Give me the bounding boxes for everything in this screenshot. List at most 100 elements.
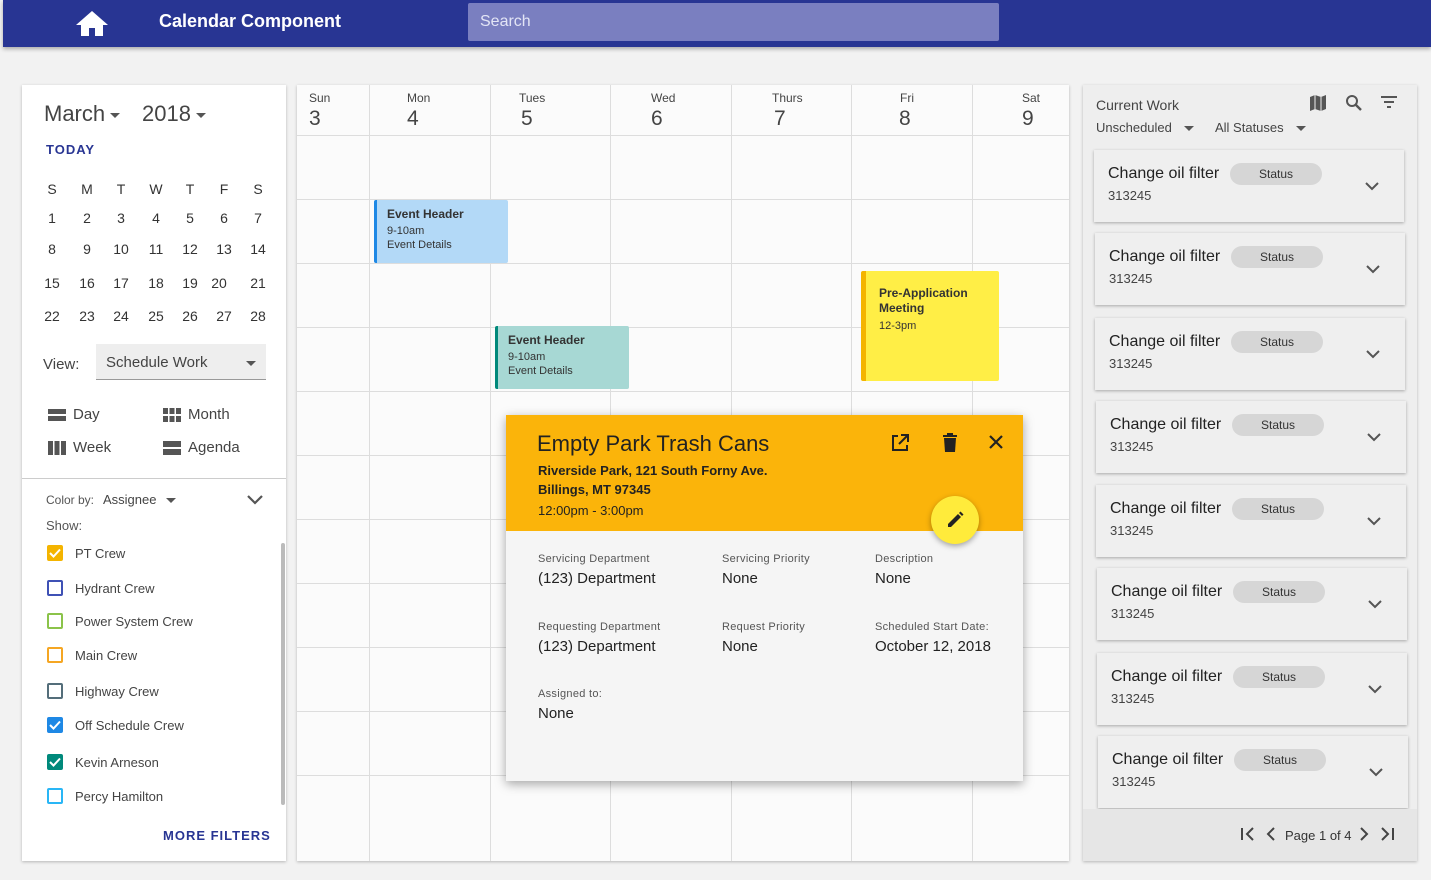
delete-icon[interactable] — [942, 433, 958, 457]
day-cell[interactable]: 25 — [139, 308, 173, 324]
year-selector[interactable]: 2018 — [142, 101, 206, 127]
search-input[interactable]: Search — [468, 3, 999, 41]
day-cell[interactable]: 2 — [70, 210, 104, 226]
map-icon[interactable] — [1309, 94, 1327, 117]
calendar-event[interactable]: Event Header 9-10am Event Details — [374, 200, 508, 263]
filter-pt-crew[interactable]: PT Crew — [47, 545, 125, 561]
close-icon[interactable] — [988, 434, 1004, 455]
checkbox-icon[interactable] — [47, 613, 63, 629]
checkbox-icon[interactable] — [47, 647, 63, 663]
day-cell[interactable]: 3 — [104, 210, 138, 226]
chevron-down-icon[interactable] — [1367, 429, 1381, 447]
day-header-wed[interactable]: Wed 6 — [610, 85, 731, 135]
day-cell[interactable]: 4 — [139, 210, 173, 226]
day-cell[interactable]: 10 — [104, 241, 138, 257]
work-item-card[interactable]: Change oil filter 313245 Status — [1098, 736, 1408, 808]
chevron-down-icon[interactable] — [1366, 261, 1380, 279]
status-badge: Status — [1233, 666, 1325, 688]
chevron-down-icon[interactable] — [1367, 513, 1381, 531]
checkbox-checked-icon[interactable] — [47, 545, 63, 561]
day-header-tues[interactable]: Tues 5 — [490, 85, 610, 135]
next-page-icon[interactable] — [1359, 827, 1369, 846]
filter-off-schedule-crew[interactable]: Off Schedule Crew — [47, 717, 184, 733]
month-selector[interactable]: March — [44, 101, 121, 127]
status-filter-select[interactable]: All Statuses — [1215, 120, 1306, 135]
checkbox-icon[interactable] — [47, 683, 63, 699]
work-item-card[interactable]: Change oil filter 313245 Status — [1094, 150, 1404, 222]
day-cell[interactable]: 24 — [104, 308, 138, 324]
day-cell[interactable]: 5 — [173, 210, 207, 226]
day-header-sat[interactable]: Sat 9 — [972, 85, 1069, 135]
chevron-down-icon[interactable] — [246, 493, 264, 511]
day-header-sun[interactable]: Sun 3 — [297, 85, 369, 135]
work-item-card[interactable]: Change oil filter 313245 Status — [1096, 485, 1406, 557]
day-cell[interactable]: 16 — [70, 275, 104, 291]
day-cell[interactable]: 8 — [35, 241, 69, 257]
checkbox-checked-icon[interactable] — [47, 717, 63, 733]
color-by-select[interactable]: Assignee — [103, 492, 177, 507]
day-cell[interactable]: 9 — [70, 241, 104, 257]
day-cell[interactable]: 13 — [207, 241, 241, 257]
day-cell[interactable]: 1 — [35, 210, 69, 226]
day-cell[interactable]: 14 — [241, 241, 275, 257]
day-cell[interactable]: 18 — [139, 275, 173, 291]
filter-highway-crew[interactable]: Highway Crew — [47, 683, 159, 699]
day-cell[interactable]: 26 — [173, 308, 207, 324]
home-icon[interactable] — [74, 8, 110, 38]
work-item-card[interactable]: Change oil filter 313245 Status — [1095, 318, 1405, 390]
chevron-down-icon[interactable] — [1369, 764, 1383, 782]
checkbox-icon[interactable] — [47, 580, 63, 596]
day-cell[interactable]: 22 — [35, 308, 69, 324]
checkbox-icon[interactable] — [47, 788, 63, 804]
filter-hydrant-crew[interactable]: Hydrant Crew — [47, 580, 154, 596]
calendar-event[interactable]: Pre-Application Meeting 12-3pm — [861, 271, 999, 381]
calendar-event[interactable]: Event Header 9-10am Event Details — [495, 326, 629, 389]
day-header-thurs[interactable]: Thurs 7 — [731, 85, 851, 135]
work-item-card[interactable]: Change oil filter 313245 Status — [1097, 568, 1407, 640]
chevron-down-icon[interactable] — [1365, 178, 1379, 196]
day-header-fri[interactable]: Fri 8 — [851, 85, 972, 135]
day-cell[interactable]: 11 — [139, 241, 173, 257]
prev-page-icon[interactable] — [1266, 827, 1276, 846]
more-filters-button[interactable]: MORE FILTERS — [163, 828, 271, 843]
day-cell[interactable]: 28 — [241, 308, 275, 324]
open-in-new-icon[interactable] — [890, 433, 910, 458]
chevron-down-icon[interactable] — [1368, 596, 1382, 614]
filter-icon[interactable] — [1380, 94, 1398, 117]
checkbox-checked-icon[interactable] — [47, 754, 63, 770]
filter-main-crew[interactable]: Main Crew — [47, 647, 137, 663]
view-option-week[interactable]: Week — [48, 439, 111, 456]
chevron-down-icon[interactable] — [1368, 681, 1382, 699]
work-item-card[interactable]: Change oil filter 313245 Status — [1096, 401, 1406, 473]
day-cell[interactable]: 6 — [207, 210, 241, 226]
view-option-agenda[interactable]: Agenda — [163, 439, 240, 456]
last-page-icon[interactable] — [1379, 827, 1395, 846]
work-item-card[interactable]: Change oil filter 313245 Status — [1095, 233, 1405, 305]
day-cell[interactable]: 20 — [202, 275, 236, 291]
view-option-day[interactable]: Day — [48, 406, 100, 423]
first-page-icon[interactable] — [1240, 827, 1256, 846]
schedule-filter-select[interactable]: Unscheduled — [1096, 120, 1194, 135]
edit-button[interactable] — [931, 496, 979, 544]
field-value: (123) Department — [538, 638, 656, 655]
day-cell[interactable]: 12 — [173, 241, 207, 257]
chevron-down-icon[interactable] — [1366, 346, 1380, 364]
day-cell[interactable]: 17 — [104, 275, 138, 291]
day-number: 8 — [899, 107, 911, 130]
day-cell[interactable]: 27 — [207, 308, 241, 324]
field-label: Description — [875, 553, 934, 565]
view-option-month[interactable]: Month — [163, 406, 230, 423]
filter-power-system-crew[interactable]: Power System Crew — [47, 613, 193, 629]
work-item-card[interactable]: Change oil filter 313245 Status — [1097, 653, 1407, 725]
day-cell[interactable]: 7 — [241, 210, 275, 226]
scrollbar[interactable] — [281, 543, 285, 805]
filter-kevin-arneson[interactable]: Kevin Arneson — [47, 754, 159, 770]
day-cell[interactable]: 15 — [35, 275, 69, 291]
day-cell[interactable]: 23 — [70, 308, 104, 324]
day-header-mon[interactable]: Mon 4 — [369, 85, 490, 135]
view-select[interactable]: Schedule Work — [96, 344, 266, 380]
day-cell[interactable]: 21 — [241, 275, 275, 291]
search-icon[interactable] — [1345, 94, 1363, 117]
filter-percy-hamilton[interactable]: Percy Hamilton — [47, 788, 163, 804]
today-button[interactable]: TODAY — [46, 142, 95, 157]
